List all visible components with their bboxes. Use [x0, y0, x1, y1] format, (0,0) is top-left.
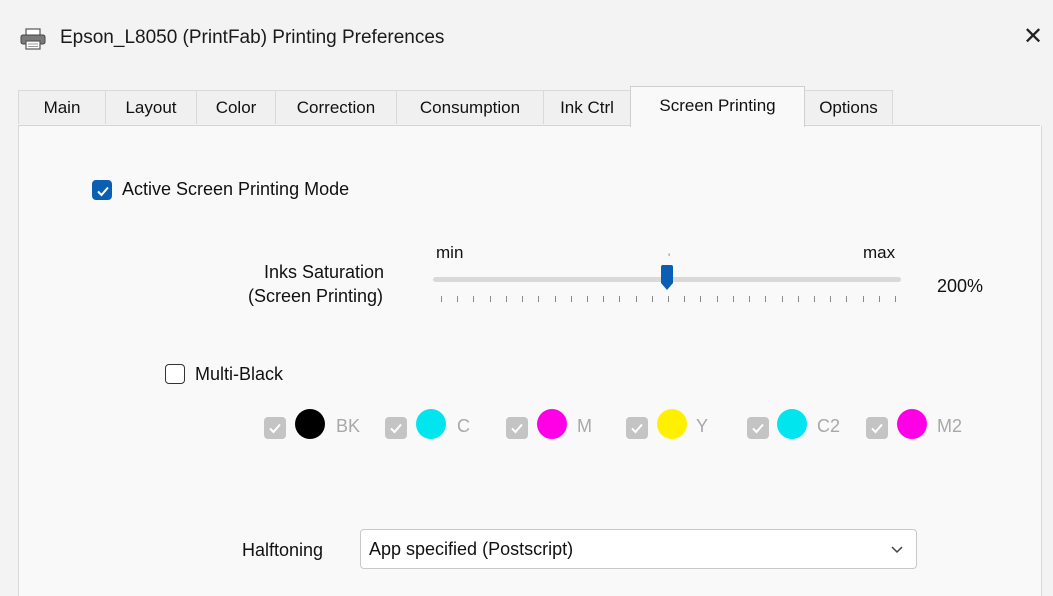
tab-correction[interactable]: Correction — [275, 90, 397, 124]
ink-bk-swatch — [295, 409, 325, 439]
slider-tick — [846, 296, 848, 302]
halftoning-select[interactable]: App specified (Postscript) — [360, 529, 917, 569]
slider-tick — [813, 296, 815, 302]
slider-tick — [684, 296, 686, 302]
tab-screen-printing[interactable]: Screen Printing — [630, 86, 805, 127]
slider-tick — [878, 296, 880, 302]
slider-tick — [505, 296, 507, 302]
saturation-label-line1: Inks Saturation — [264, 262, 385, 282]
tab-consumption[interactable]: Consumption — [396, 90, 544, 124]
checkmark-icon — [97, 186, 109, 197]
ink-y-checkbox[interactable] — [626, 417, 648, 439]
ink-m-swatch — [537, 409, 567, 439]
slider-tick — [522, 296, 524, 302]
slider-tick — [619, 296, 621, 302]
ink-c2-checkbox[interactable] — [747, 417, 769, 439]
slider-tick — [862, 296, 864, 302]
ink-c-checkbox[interactable] — [385, 417, 407, 439]
slider-tick — [797, 296, 799, 302]
ink-m2-checkbox[interactable] — [866, 417, 888, 439]
title-bar: Epson_L8050 (PrintFab) Printing Preferen… — [0, 0, 1053, 78]
chevron-down-icon — [888, 540, 906, 563]
tab-main[interactable]: Main — [18, 90, 106, 124]
slider-tick — [668, 296, 669, 302]
slider-tick — [538, 296, 540, 302]
tab-ink-ctrl[interactable]: Ink Ctrl — [543, 90, 631, 124]
close-icon[interactable]: ✕ — [1018, 20, 1048, 54]
slider-tick — [554, 296, 556, 302]
ink-c2-swatch — [777, 409, 807, 439]
slider-tick — [700, 296, 702, 302]
slider-tick — [781, 296, 783, 302]
ink-bk-checkbox[interactable] — [264, 417, 286, 439]
slider-tick — [749, 296, 751, 302]
ink-m2-swatch — [897, 409, 927, 439]
slider-tick — [489, 296, 491, 302]
saturation-label-line2: (Screen Printing) — [248, 286, 384, 306]
ink-y-label: Y — [696, 416, 709, 436]
active-mode-checkbox[interactable] — [92, 180, 112, 200]
slider-min-label: min — [436, 243, 464, 262]
ink-c-label: C — [457, 416, 470, 436]
tab-options[interactable]: Options — [804, 90, 893, 124]
ink-c-swatch — [416, 409, 446, 439]
slider-tick — [651, 296, 653, 302]
ink-m-checkbox[interactable] — [506, 417, 528, 439]
saturation-value: 200% — [937, 276, 984, 296]
slider-tick — [716, 296, 718, 302]
slider-tick — [570, 296, 572, 302]
saturation-slider-thumb[interactable] — [660, 265, 674, 291]
printer-icon — [20, 28, 46, 50]
ink-bk-label: BK — [336, 416, 361, 436]
slider-tick — [765, 296, 767, 302]
slider-tick — [441, 296, 442, 302]
multi-black-label: Multi-Black — [195, 364, 284, 384]
slider-tick — [603, 296, 605, 302]
slider-tick — [473, 296, 475, 302]
window-title: Epson_L8050 (PrintFab) Printing Preferen… — [60, 27, 445, 48]
tab-color[interactable]: Color — [196, 90, 276, 124]
ink-m2-label: M2 — [937, 416, 963, 436]
slider-tick — [457, 296, 459, 302]
slider-tick — [830, 296, 832, 302]
active-mode-label: Active Screen Printing Mode — [122, 179, 350, 199]
halftoning-label: Halftoning — [242, 540, 324, 560]
slider-tick — [586, 296, 588, 302]
slider-tick — [895, 296, 896, 302]
ink-c2-label: C2 — [817, 416, 841, 436]
slider-center-mark: ' — [668, 251, 671, 265]
slider-max-label: max — [863, 243, 896, 262]
tab-layout[interactable]: Layout — [105, 90, 197, 124]
slider-tick — [635, 296, 637, 302]
halftoning-selected-value: App specified (Postscript) — [369, 539, 574, 559]
ink-y-swatch — [657, 409, 687, 439]
slider-tick — [732, 296, 734, 302]
ink-m-label: M — [577, 416, 592, 436]
tab-bar: Main Layout Color Correction Consumption… — [18, 86, 1038, 127]
multi-black-checkbox[interactable] — [165, 364, 185, 384]
